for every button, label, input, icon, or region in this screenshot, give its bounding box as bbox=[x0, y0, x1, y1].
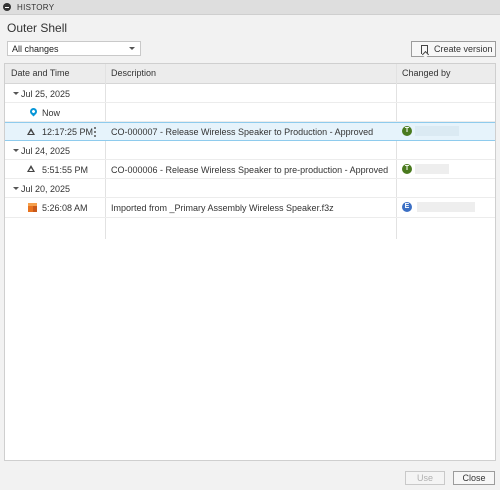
component-cube-icon bbox=[28, 203, 37, 212]
create-version-button[interactable]: Create version bbox=[411, 41, 496, 57]
expand-caret-icon[interactable] bbox=[13, 92, 19, 95]
row-description: CO-000007 - Release Wireless Speaker to … bbox=[111, 127, 374, 137]
location-pin-icon bbox=[28, 106, 39, 117]
close-button[interactable]: Close bbox=[453, 471, 495, 485]
redacted-user-name bbox=[415, 126, 459, 136]
panel-title: HISTORY bbox=[17, 2, 55, 12]
group-date: Jul 25, 2025 bbox=[21, 89, 71, 99]
panel-header: HISTORY bbox=[0, 0, 500, 15]
bookmark-icon bbox=[421, 44, 428, 54]
table-header: Date and Time Description Changed by bbox=[5, 64, 495, 84]
changes-filter-dropdown[interactable]: All changes bbox=[7, 41, 141, 56]
row-description: Imported from _Primary Assembly Wireless… bbox=[111, 203, 334, 213]
collapse-icon[interactable] bbox=[3, 3, 11, 11]
row-time: 12:17:25 PM bbox=[42, 127, 94, 137]
table-row-selected[interactable]: 12:17:25 PM CO-000007 - Release Wireless… bbox=[5, 122, 495, 141]
row-time: Now bbox=[42, 108, 61, 118]
table-row[interactable]: 5:51:55 PM CO-000006 - Release Wireless … bbox=[5, 160, 495, 179]
expand-caret-icon[interactable] bbox=[13, 187, 19, 190]
history-table: Date and Time Description Changed by Jul… bbox=[4, 63, 496, 461]
column-header-changed-by[interactable]: Changed by bbox=[396, 64, 495, 83]
column-header-date[interactable]: Date and Time bbox=[5, 64, 105, 83]
row-description: CO-000006 - Release Wireless Speaker to … bbox=[111, 165, 389, 175]
filter-value: All changes bbox=[12, 43, 59, 54]
expand-caret-icon[interactable] bbox=[13, 149, 19, 152]
redacted-user-name bbox=[417, 202, 475, 212]
table-row[interactable]: 5:26:08 AM Imported from _Primary Assemb… bbox=[5, 198, 495, 218]
chevron-down-icon bbox=[129, 47, 135, 50]
date-group-row[interactable]: Jul 20, 2025 bbox=[5, 179, 495, 198]
table-row[interactable]: Now bbox=[5, 103, 495, 122]
row-time: 5:51:55 PM bbox=[42, 165, 89, 175]
use-button[interactable]: Use bbox=[405, 471, 445, 485]
redacted-user-name bbox=[415, 164, 449, 174]
milestone-triangle-icon bbox=[27, 128, 35, 135]
group-date: Jul 24, 2025 bbox=[21, 146, 71, 156]
more-options-icon[interactable] bbox=[94, 127, 97, 138]
user-avatar: T bbox=[402, 164, 412, 174]
date-group-row[interactable]: Jul 25, 2025 bbox=[5, 84, 495, 103]
create-version-label: Create version bbox=[434, 44, 493, 54]
milestone-triangle-icon bbox=[27, 165, 35, 172]
user-avatar: E bbox=[402, 202, 412, 212]
row-time: 5:26:08 AM bbox=[42, 203, 88, 213]
user-avatar: T bbox=[402, 126, 412, 136]
column-header-description[interactable]: Description bbox=[105, 64, 396, 83]
group-date: Jul 20, 2025 bbox=[21, 184, 71, 194]
document-title: Outer Shell bbox=[7, 21, 68, 35]
date-group-row[interactable]: Jul 24, 2025 bbox=[5, 141, 495, 160]
